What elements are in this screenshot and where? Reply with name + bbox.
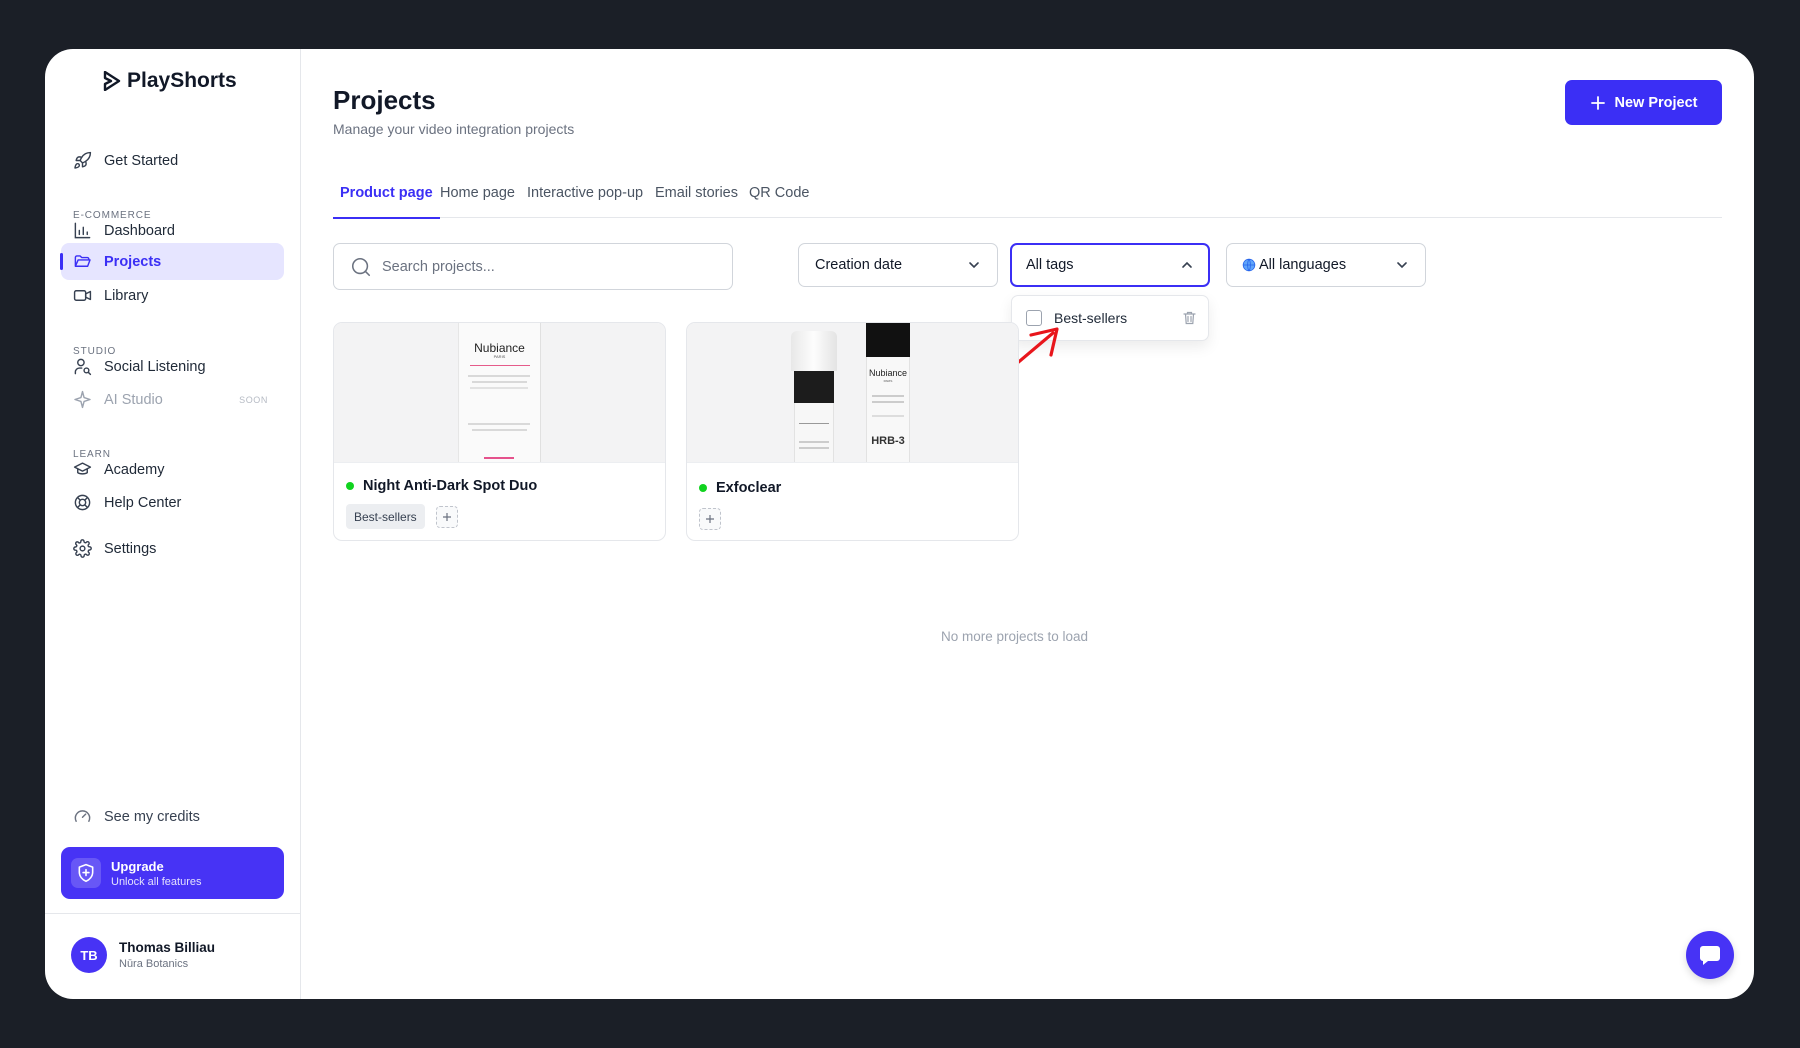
sidebar-item-get-started[interactable]: Get Started bbox=[61, 142, 284, 179]
soon-badge: SOON bbox=[239, 394, 268, 405]
bottle-brand: Nubiance bbox=[474, 341, 525, 355]
status-dot bbox=[346, 482, 354, 490]
chat-bubble-icon bbox=[1700, 946, 1720, 965]
sidebar-item-academy[interactable]: Academy bbox=[61, 451, 284, 488]
project-card[interactable]: Nubiance PARIS Night Anti-Dark Spot Duo … bbox=[333, 322, 666, 541]
lifebuoy-icon bbox=[74, 494, 91, 511]
search-box bbox=[333, 243, 733, 290]
sidebar: PlayShorts Get Started E-COMMERCE Dashbo… bbox=[45, 49, 301, 999]
new-project-button[interactable]: New Project bbox=[1565, 80, 1722, 125]
gear-icon bbox=[73, 539, 92, 558]
project-name: Exfoclear bbox=[699, 480, 781, 496]
bottle-brand-sub: PARIS bbox=[883, 379, 893, 383]
sidebar-item-label: Help Center bbox=[104, 494, 182, 511]
search-input[interactable] bbox=[382, 258, 712, 275]
project-name: Night Anti-Dark Spot Duo bbox=[346, 478, 537, 494]
sidebar-item-label: AI Studio bbox=[104, 391, 163, 408]
page-title: Projects bbox=[333, 85, 436, 115]
bottle-brand-sub: PARIS bbox=[493, 354, 506, 359]
sidebar-item-ai-studio: AI Studio SOON bbox=[61, 381, 284, 418]
chevron-down-icon bbox=[969, 262, 979, 269]
search-icon bbox=[351, 257, 371, 276]
sidebar-item-label: Dashboard bbox=[104, 222, 175, 239]
tab-interactive-popup[interactable]: Interactive pop-up bbox=[527, 167, 643, 218]
sidebar-item-settings[interactable]: Settings bbox=[61, 530, 284, 567]
plus-icon bbox=[1590, 95, 1605, 110]
user-org: Nūra Botanics bbox=[119, 958, 189, 970]
tab-email-stories[interactable]: Email stories bbox=[655, 167, 738, 218]
project-thumbnail: Nubiance PARIS HRB-3 bbox=[687, 323, 1018, 463]
sidebar-item-label: Social Listening bbox=[104, 358, 206, 375]
video-camera-icon bbox=[73, 290, 92, 301]
sidebar-item-label: Projects bbox=[104, 253, 162, 270]
sidebar-item-library[interactable]: Library bbox=[61, 277, 284, 314]
sidebar-divider bbox=[45, 913, 301, 914]
app-window: PlayShorts Get Started E-COMMERCE Dashbo… bbox=[45, 49, 1754, 999]
gauge-icon bbox=[74, 810, 91, 822]
bar-chart-icon bbox=[74, 222, 91, 239]
chat-launcher-button[interactable] bbox=[1686, 931, 1734, 979]
add-tag-button[interactable] bbox=[699, 508, 721, 530]
plus-icon bbox=[706, 515, 714, 523]
sidebar-item-label: Settings bbox=[104, 540, 157, 557]
main-content: Projects Manage your video integration p… bbox=[301, 49, 1754, 999]
add-tag-button[interactable] bbox=[436, 506, 458, 528]
avatar: TB bbox=[71, 937, 107, 973]
chevron-up-icon bbox=[1182, 261, 1192, 268]
bottle-product-code: HRB-3 bbox=[871, 435, 905, 447]
sidebar-item-label: See my credits bbox=[104, 808, 200, 825]
tab-qr-code[interactable]: QR Code bbox=[749, 167, 809, 218]
tab-home-page[interactable]: Home page bbox=[440, 167, 515, 218]
sidebar-item-social-listening[interactable]: Social Listening bbox=[61, 348, 284, 385]
sidebar-item-label: Get Started bbox=[104, 152, 179, 169]
bottle-brand: Nubiance bbox=[868, 368, 908, 378]
sidebar-item-label: Academy bbox=[104, 461, 165, 478]
playshorts-logo-icon bbox=[103, 71, 121, 91]
status-dot bbox=[699, 484, 707, 492]
globe-icon bbox=[1242, 258, 1256, 272]
tab-product-page[interactable]: Product page bbox=[333, 167, 440, 219]
user-name: Thomas Billiau bbox=[119, 940, 216, 955]
project-title: Exfoclear bbox=[716, 480, 782, 496]
sort-select-value: Creation date bbox=[815, 257, 903, 273]
sidebar-item-credits[interactable]: See my credits bbox=[61, 798, 284, 835]
tags-select-value: All tags bbox=[1026, 257, 1074, 273]
sidebar-item-label: Library bbox=[104, 287, 149, 304]
project-tabs: Product page Home page Interactive pop-u… bbox=[333, 167, 1722, 219]
upgrade-button[interactable]: Upgrade Unlock all features bbox=[61, 847, 284, 899]
sidebar-item-help-center[interactable]: Help Center bbox=[61, 484, 284, 521]
project-thumbnail: Nubiance PARIS bbox=[334, 323, 665, 463]
chevron-down-icon bbox=[1397, 262, 1407, 269]
app-logo[interactable]: PlayShorts bbox=[103, 69, 237, 93]
languages-select-value: All languages bbox=[1259, 257, 1347, 273]
plus-icon bbox=[443, 513, 451, 521]
shield-plus-icon bbox=[71, 858, 101, 888]
rocket-icon bbox=[74, 151, 92, 169]
project-title: Night Anti-Dark Spot Duo bbox=[363, 478, 538, 494]
user-profile[interactable]: TB Thomas Billiau Nūra Botanics bbox=[71, 937, 215, 973]
sidebar-item-projects[interactable]: Projects bbox=[60, 243, 284, 280]
project-card[interactable]: Nubiance PARIS HRB-3 Exfoclear bbox=[686, 322, 1019, 541]
tag-chip[interactable]: Best-sellers bbox=[346, 504, 425, 529]
new-project-label: New Project bbox=[1614, 94, 1698, 111]
folder-open-icon bbox=[74, 255, 91, 267]
graduation-cap-icon bbox=[73, 462, 92, 475]
sparkle-icon bbox=[74, 390, 91, 409]
app-name: PlayShorts bbox=[127, 69, 237, 92]
page-subtitle: Manage your video integration projects bbox=[333, 121, 575, 137]
sort-select[interactable]: Creation date bbox=[798, 243, 998, 287]
empty-list-message: No more projects to load bbox=[941, 629, 1089, 644]
upgrade-title: Upgrade bbox=[111, 858, 164, 874]
languages-select[interactable]: All languages bbox=[1226, 243, 1426, 287]
user-search-icon bbox=[74, 358, 92, 376]
tags-select[interactable]: All tags bbox=[1010, 243, 1210, 287]
upgrade-subtitle: Unlock all features bbox=[111, 875, 202, 888]
trash-icon[interactable] bbox=[1183, 311, 1196, 325]
